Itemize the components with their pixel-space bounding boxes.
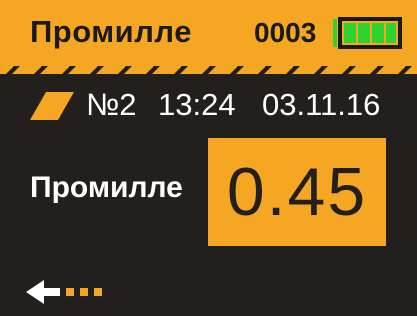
battery-full-icon: [333, 17, 402, 49]
result-value-box: 0.45: [208, 138, 386, 246]
back-button[interactable]: [26, 276, 106, 308]
result-label: Промилле: [30, 171, 183, 204]
header-bar: Промилле 0003: [0, 0, 417, 66]
device-screen: Промилле 0003 №2 13:24 03.11.16 Промилле…: [0, 0, 417, 316]
measurement-counter: 0003: [254, 17, 317, 48]
arrow-left-icon: [26, 280, 102, 304]
measurement-number: №2: [86, 87, 137, 122]
parallelogram-mode-icon: [30, 92, 74, 120]
measurement-time: 13:24: [158, 87, 236, 122]
header-dashed-separator: [0, 66, 417, 78]
header-title: Промилле: [30, 14, 192, 49]
result-value: 0.45: [226, 154, 368, 230]
measurement-date: 03.11.16: [262, 87, 381, 122]
